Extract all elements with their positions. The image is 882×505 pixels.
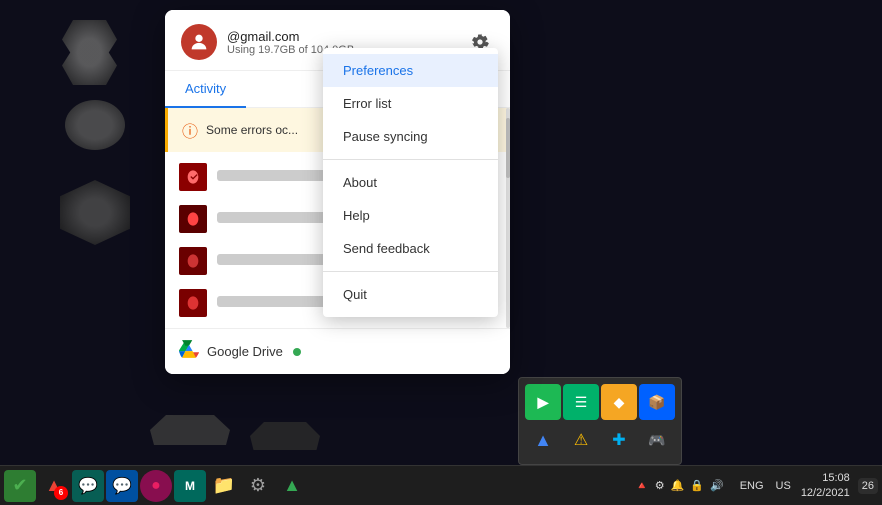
tray-expand-icon[interactable]: 🔺 xyxy=(635,479,649,492)
menu-item-help[interactable]: Help xyxy=(323,199,498,232)
menu-item-errorlist[interactable]: Error list xyxy=(323,87,498,120)
tray-gaming[interactable]: 🎮 xyxy=(639,422,675,458)
file-thumb-3 xyxy=(179,247,207,275)
avatar xyxy=(181,24,217,60)
taskbar-drive[interactable]: ▲ xyxy=(276,470,308,502)
tray-addon[interactable]: ✚ xyxy=(601,422,637,458)
taskbar-sys-icons: 🔺 ⚙ 🔔 🔒 🔊 xyxy=(629,479,730,492)
taskbar-clock[interactable]: 15:08 12/2/2021 xyxy=(801,471,854,500)
taskbar-folder[interactable]: 📁 xyxy=(208,470,240,502)
taskbar-meet[interactable]: M xyxy=(174,470,206,502)
tray-drive[interactable]: ▲ xyxy=(525,422,561,458)
taskbar-drive-badge[interactable]: ▲ xyxy=(38,470,70,502)
taskbar-right: 🔺 ⚙ 🔔 🔒 🔊 ENG US 15:08 12/2/2021 26 xyxy=(629,471,878,500)
dropdown-menu: Preferences Error list Pause syncing Abo… xyxy=(323,48,498,317)
taskbar-whatsapp[interactable]: 💬 xyxy=(72,470,104,502)
taskbar-circle[interactable]: ● xyxy=(140,470,172,502)
sprite-2 xyxy=(65,100,125,150)
drive-logo-icon xyxy=(179,339,199,364)
volume-icon[interactable]: 🔊 xyxy=(710,479,724,492)
sync-status-dot xyxy=(293,348,301,356)
system-tray-expanded: ▶ ☰ ◆ 📦 ▲ ⚠ ✚ 🎮 xyxy=(518,377,682,465)
scrollbar[interactable] xyxy=(506,108,510,328)
menu-divider-1 xyxy=(323,159,498,160)
error-icon: ⓘ xyxy=(182,118,198,142)
region-label: US xyxy=(776,480,791,492)
tab-activity[interactable]: Activity xyxy=(165,71,246,108)
error-text: Some errors oc... xyxy=(206,123,298,137)
menu-item-quit[interactable]: Quit xyxy=(323,278,498,311)
tray-harvest[interactable]: ☰ xyxy=(563,384,599,420)
taskbar-checkmark[interactable]: ✔ xyxy=(4,470,36,502)
popup-footer: Google Drive xyxy=(165,328,510,374)
desktop: ▶ ☰ ◆ 📦 ▲ ⚠ ✚ 🎮 @gmail.com Using 19.7GB … xyxy=(0,0,882,505)
footer-label: Google Drive xyxy=(207,344,283,359)
notifications-icon[interactable]: 🔔 xyxy=(671,479,685,492)
taskbar-messenger[interactable]: 💬 xyxy=(106,470,138,502)
menu-divider-2 xyxy=(323,271,498,272)
sprite-boat1 xyxy=(150,415,230,445)
tray-spotify[interactable]: ▶ xyxy=(525,384,561,420)
scroll-thumb xyxy=(506,118,510,178)
user-email: @gmail.com xyxy=(227,29,456,44)
network-icon: ⚙ xyxy=(655,479,665,492)
notification-badge[interactable]: 26 xyxy=(858,478,878,494)
taskbar-lang: ENG US xyxy=(734,480,797,492)
tray-notion[interactable]: ◆ xyxy=(601,384,637,420)
file-thumb-4 xyxy=(179,289,207,317)
security-icon: 🔒 xyxy=(690,479,704,492)
menu-item-sendfeedback[interactable]: Send feedback xyxy=(323,232,498,265)
clock-date: 12/2/2021 xyxy=(801,486,850,500)
menu-item-preferences[interactable]: Preferences xyxy=(323,54,498,87)
clock-time: 15:08 xyxy=(801,471,850,485)
taskbar-left: ✔ ▲ 💬 💬 ● M 📁 ⚙ ▲ xyxy=(4,470,629,502)
menu-item-pausesyncing[interactable]: Pause syncing xyxy=(323,120,498,153)
file-thumb-2 xyxy=(179,205,207,233)
sprite-boat2 xyxy=(250,422,320,450)
taskbar: ✔ ▲ 💬 💬 ● M 📁 ⚙ ▲ 🔺 ⚙ 🔔 🔒 🔊 ENG US 1 xyxy=(0,465,882,505)
taskbar-settings[interactable]: ⚙ xyxy=(242,470,274,502)
sprite-3 xyxy=(60,180,130,245)
lang-label: ENG xyxy=(740,480,764,492)
tray-dropbox[interactable]: 📦 xyxy=(639,384,675,420)
sprite-1 xyxy=(62,20,117,85)
file-thumb-1 xyxy=(179,163,207,191)
tray-warning[interactable]: ⚠ xyxy=(563,422,599,458)
menu-item-about[interactable]: About xyxy=(323,166,498,199)
